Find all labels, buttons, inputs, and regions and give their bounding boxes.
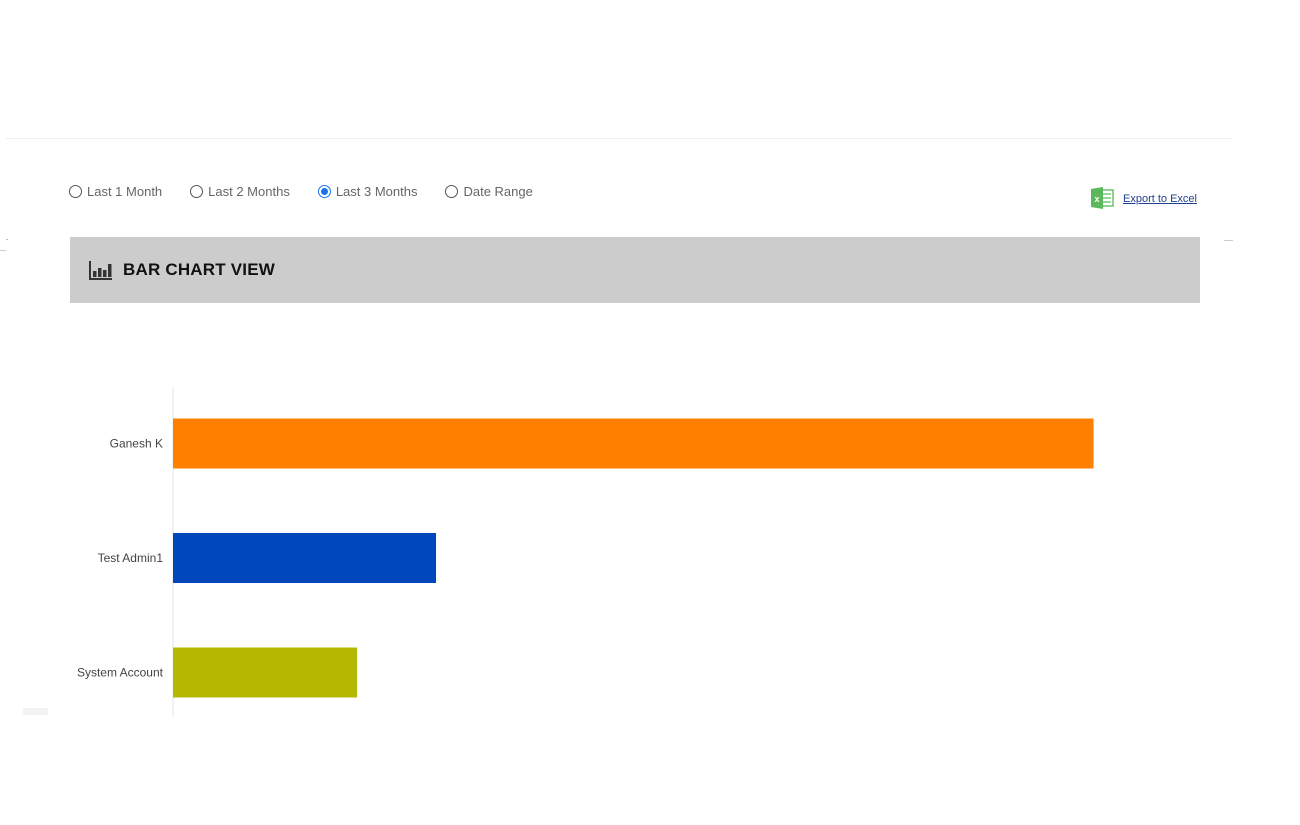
- category-label: Ganesh K: [110, 437, 163, 451]
- radio-label: Last 3 Months: [335, 183, 418, 199]
- radio-label: Last 1 Month: [87, 183, 163, 199]
- bar[interactable]: [173, 647, 358, 698]
- bar-chart-icon: [89, 260, 113, 280]
- top-divider: [6, 138, 1232, 139]
- radio-button[interactable]: [69, 184, 82, 198]
- radio-last-2-months[interactable]: Last 2 Months: [190, 184, 290, 199]
- date-filter-radio-group: Last 1 Month Last 2 Months Last 3 Months…: [69, 180, 561, 202]
- export-to-excel-link[interactable]: x Export to Excel: [1090, 187, 1197, 209]
- chart-header: BAR CHART VIEW: [70, 237, 1200, 303]
- category-label: Test Admin1: [98, 551, 164, 565]
- export-label: Export to Excel: [1123, 193, 1197, 205]
- radio-last-3-months[interactable]: Last 3 Months: [317, 183, 418, 199]
- page: Last 1 Month Last 2 Months Last 3 Months…: [0, 0, 1300, 825]
- bar-chart: Ganesh K Test Admin1 System Account: [77, 387, 1094, 717]
- chart-title: BAR CHART VIEW: [123, 260, 276, 279]
- radio-button[interactable]: [445, 184, 459, 198]
- bar[interactable]: [173, 418, 1094, 469]
- radio-last-1-month[interactable]: Last 1 Month: [69, 184, 162, 199]
- radio-date-range[interactable]: Date Range: [445, 183, 533, 199]
- radio-label: Date Range: [463, 183, 533, 199]
- divider-mark: [0, 250, 6, 251]
- category-label: System Account: [77, 666, 164, 680]
- bar[interactable]: [173, 533, 437, 583]
- scroll-stub: [23, 708, 48, 715]
- radio-label: Last 2 Months: [208, 183, 290, 199]
- radio-button[interactable]: [190, 184, 204, 198]
- divider-mark: [1224, 240, 1233, 241]
- svg-text:x: x: [1094, 194, 1099, 204]
- divider-mark: [6, 239, 8, 240]
- excel-icon: x: [1090, 187, 1114, 209]
- radio-button[interactable]: [317, 184, 331, 198]
